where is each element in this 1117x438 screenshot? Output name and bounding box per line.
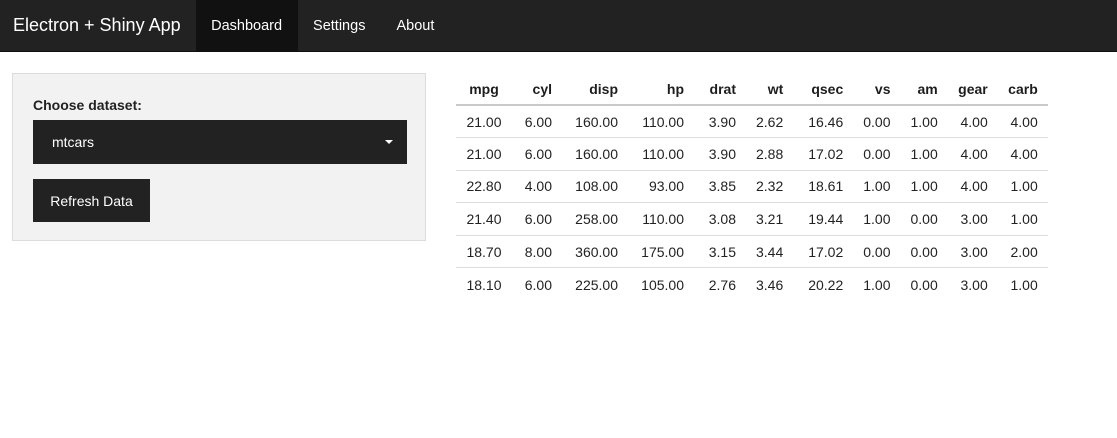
table-cell-mpg: 21.00 — [456, 105, 512, 139]
table-cell-am: 0.00 — [910, 276, 938, 293]
table-row: 21.00 6.00 160.00 110.00 3.90 2.62 16.46 0.00 1.… — [456, 105, 1048, 139]
table-cell-mpg: 18.10 — [466, 276, 502, 293]
app-brand[interactable]: Electron + Shiny App — [0, 0, 195, 51]
dataset-select-value: mtcars — [52, 134, 94, 150]
column-header-am: am — [900, 73, 948, 106]
table-cell-cyl: 4.00 — [512, 170, 562, 204]
table-cell-drat: 2.76 — [708, 276, 736, 293]
table-cell-mpg: 22.80 — [456, 170, 512, 204]
table-cell-carb: 4.00 — [997, 105, 1048, 139]
table-cell-vs: 0.00 — [853, 235, 901, 269]
table-cell-disp: 225.00 — [575, 276, 618, 293]
table-row: 22.80 4.00 108.00 93.00 3.85 2.32 18.61 1.00 1.0… — [456, 170, 1048, 204]
table-cell-gear: 3.00 — [947, 235, 998, 269]
table-cell-hp: 110.00 — [628, 105, 694, 139]
table-cell-qsec: 17.02 — [793, 235, 854, 269]
table-row: 18.70 8.00 360.00 175.00 3.15 3.44 17.02 0.00 0.… — [456, 235, 1048, 269]
table-cell-am: 0.00 — [900, 235, 948, 269]
table-cell-qsec: 16.46 — [793, 105, 854, 139]
table-cell-wt: 2.88 — [746, 137, 794, 171]
table-cell-drat: 3.15 — [694, 235, 746, 269]
table-cell-mpg: 18.70 — [456, 235, 512, 269]
column-header-drat: drat — [694, 73, 746, 106]
table-cell-vs: 1.00 — [853, 170, 901, 204]
table-row: 21.00 6.00 160.00 110.00 3.90 2.88 17.02 0.00 1.… — [456, 137, 1048, 171]
table-cell-vs: 1.00 — [853, 202, 901, 236]
table-cell-am: 1.00 — [900, 105, 948, 139]
column-header-vs: vs — [853, 73, 901, 106]
table-row: 21.40 6.00 258.00 110.00 3.08 3.21 19.44 1.00 0.… — [456, 202, 1048, 236]
table-cell-gear: 4.00 — [947, 137, 998, 171]
caret-down-icon — [385, 140, 393, 144]
table-row: 18.10 6.00 225.00 105.00 2.76 3.46 20.22 1.00 0.… — [456, 268, 1048, 301]
table-cell-disp: 160.00 — [562, 105, 628, 139]
table-cell-carb: 1.00 — [1010, 276, 1038, 293]
column-header-disp: disp — [562, 73, 628, 106]
navbar: Electron + Shiny App Dashboard Settings … — [0, 0, 1117, 52]
table-cell-cyl: 8.00 — [512, 235, 562, 269]
refresh-data-button[interactable]: Refresh Data — [33, 179, 150, 222]
column-header-wt: wt — [746, 73, 794, 106]
table-cell-disp: 160.00 — [562, 137, 628, 171]
table-cell-drat: 3.08 — [694, 202, 746, 236]
table-cell-hp: 105.00 — [641, 276, 684, 293]
nav-tab-dashboard[interactable]: Dashboard — [195, 0, 298, 51]
table-cell-disp: 360.00 — [562, 235, 628, 269]
table-cell-mpg: 21.00 — [456, 137, 512, 171]
table-cell-wt: 3.21 — [746, 202, 794, 236]
table-body: 21.00 6.00 160.00 110.00 3.90 2.62 16.46 0.00 1.… — [456, 105, 1048, 301]
table-cell-cyl: 6.00 — [512, 202, 562, 236]
table-cell-hp: 110.00 — [628, 202, 694, 236]
table-cell-wt: 2.62 — [746, 105, 794, 139]
table-cell-disp: 108.00 — [562, 170, 628, 204]
table-cell-wt: 3.44 — [746, 235, 794, 269]
table-cell-am: 0.00 — [900, 202, 948, 236]
table-cell-wt: 3.46 — [756, 276, 784, 293]
table-cell-qsec: 17.02 — [793, 137, 854, 171]
dataset-select[interactable]: mtcars — [33, 120, 407, 164]
column-header-cyl: cyl — [512, 73, 562, 106]
table-cell-am: 1.00 — [900, 137, 948, 171]
table-cell-gear: 4.00 — [947, 105, 998, 139]
nav-tab-settings[interactable]: Settings — [298, 0, 381, 51]
table-cell-qsec: 19.44 — [793, 202, 854, 236]
table-cell-vs: 0.00 — [853, 105, 901, 139]
table-cell-hp: 175.00 — [628, 235, 694, 269]
data-table: mpg cyl disp hp drat wt qsec vs am gear carb 21.00… — [456, 73, 1048, 301]
table-cell-vs: 0.00 — [853, 137, 901, 171]
table-cell-hp: 110.00 — [628, 137, 694, 171]
table-cell-carb: 1.00 — [997, 202, 1048, 236]
table-cell-vs: 1.00 — [863, 276, 891, 293]
table-cell-cyl: 6.00 — [512, 105, 562, 139]
table-header-row: mpg cyl disp hp drat wt qsec vs am gear carb — [456, 73, 1048, 106]
table-cell-hp: 93.00 — [628, 170, 694, 204]
table-cell-drat: 3.85 — [694, 170, 746, 204]
table-cell-disp: 258.00 — [562, 202, 628, 236]
table-cell-carb: 1.00 — [997, 170, 1048, 204]
column-header-mpg: mpg — [456, 73, 512, 106]
table-cell-gear: 4.00 — [947, 170, 998, 204]
table-cell-cyl: 6.00 — [512, 137, 562, 171]
table-cell-gear: 3.00 — [960, 276, 988, 293]
table-cell-carb: 4.00 — [997, 137, 1048, 171]
column-header-qsec: qsec — [793, 73, 854, 106]
column-header-gear: gear — [947, 73, 998, 106]
table-cell-wt: 2.32 — [746, 170, 794, 204]
table-cell-drat: 3.90 — [694, 137, 746, 171]
sidebar-panel: Choose dataset: mtcars Refresh Data — [12, 73, 426, 241]
table-cell-cyl: 6.00 — [524, 276, 552, 293]
table-cell-qsec: 20.22 — [808, 276, 844, 293]
table-cell-carb: 2.00 — [997, 235, 1048, 269]
column-header-carb: carb — [997, 73, 1048, 106]
dataset-label: Choose dataset: — [33, 97, 142, 113]
table-cell-am: 1.00 — [900, 170, 948, 204]
column-header-hp: hp — [628, 73, 694, 106]
table-cell-qsec: 18.61 — [793, 170, 854, 204]
table-cell-gear: 3.00 — [947, 202, 998, 236]
nav-tab-about[interactable]: About — [381, 0, 450, 51]
table-cell-mpg: 21.40 — [456, 202, 512, 236]
table-cell-drat: 3.90 — [694, 105, 746, 139]
